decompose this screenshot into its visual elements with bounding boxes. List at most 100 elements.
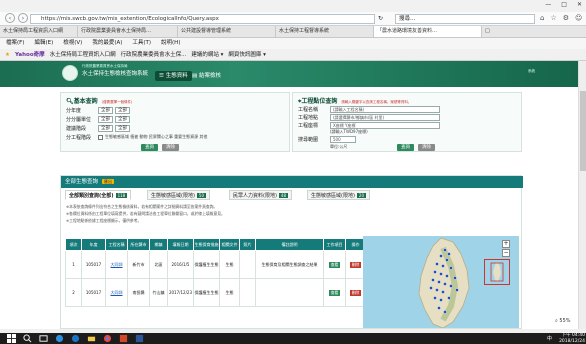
- smiley-icon[interactable]: ☺: [575, 14, 582, 22]
- project-location-select[interactable]: (請選擇縣市/鄉鎮市/區 村里): [330, 113, 440, 121]
- delete-button[interactable]: 刪除: [349, 261, 362, 268]
- results-tab-all[interactable]: 全部類別查詢(全部) 118: [65, 190, 132, 200]
- basic-clear-button[interactable]: 清除: [162, 144, 179, 151]
- ime-indicator[interactable]: 中: [547, 335, 552, 342]
- word-icon[interactable]: [135, 334, 144, 343]
- back-button[interactable]: ‹: [5, 13, 15, 23]
- location-clear-button[interactable]: 清除: [418, 144, 435, 151]
- delete-button[interactable]: 刪除: [349, 289, 362, 296]
- unit-select-1[interactable]: 全部: [98, 115, 113, 123]
- coordinates-input[interactable]: X座標 Y座標: [330, 121, 440, 129]
- view-button[interactable]: 查看: [328, 261, 341, 268]
- location-query-title-text: 工程點位查詢: [301, 98, 338, 105]
- chrome-browser-icon[interactable]: [103, 334, 112, 343]
- table-row: 2 105017 大同圳 南投縣 竹山鎮 2017/12/23 保護植生生態 生…: [65, 278, 366, 307]
- view-button[interactable]: 查看: [328, 289, 341, 296]
- results-tab-all-count: 118: [115, 193, 128, 198]
- location-query-actions: 查詢 清除: [397, 144, 435, 151]
- system-clock[interactable]: 下午 04:40 2018/12/24: [555, 333, 585, 344]
- tab-closure-check[interactable]: ▤ 結案檢核: [188, 71, 225, 81]
- browser-tab-1[interactable]: 水土保持局工程資訊入口網: [0, 26, 78, 37]
- clock-date: 2018/12/24: [559, 338, 585, 344]
- cell-name-link[interactable]: 大同圳: [105, 278, 128, 307]
- search-icon[interactable]: [23, 334, 32, 343]
- browser-tab-2[interactable]: 行政院農業委員會水土保持局…: [78, 26, 178, 37]
- field-year: 分年度 全部 全部: [66, 106, 132, 114]
- eco-checkbox[interactable]: [98, 134, 103, 140]
- results-tab-sensitive-label: 生態敏感區域(限地): [151, 193, 195, 199]
- field-project-name-label: 工程名稱: [298, 106, 319, 113]
- project-name-input[interactable]: (請輸入工程名稱): [330, 105, 440, 113]
- overview-map[interactable]: [484, 259, 510, 285]
- menu-favorites[interactable]: 我的最愛(A): [92, 38, 122, 49]
- col-remark: 備註說明: [255, 238, 324, 251]
- field-radius: 搜尋範圍 500: [298, 135, 358, 143]
- menu-bar: 檔案(F) 編輯(E) 檢視(V) 我的最愛(A) 工具(T) 說明(H): [0, 38, 586, 49]
- fav-swcb[interactable]: 水土保持局工程資訊入口網: [50, 49, 116, 61]
- edge-browser-icon[interactable]: [71, 334, 80, 343]
- settings-gear-icon[interactable]: ⚙: [563, 14, 569, 22]
- basic-query-actions: 查詢 清除: [141, 144, 179, 151]
- fav-coa[interactable]: 行政院農業委員會水土保...: [121, 49, 187, 61]
- zoom-out-button[interactable]: −: [502, 249, 510, 257]
- back-arrow-icon: ‹: [8, 14, 12, 22]
- favorites-star-icon[interactable]: ☆: [550, 14, 556, 22]
- fav-yahoo[interactable]: Yahoo奇摩: [15, 49, 45, 61]
- home-icon[interactable]: ⌂: [540, 14, 544, 22]
- menu-help[interactable]: 說明(H): [161, 38, 180, 49]
- ie-browser-icon[interactable]: [55, 334, 64, 343]
- address-bar-row: ‹ › https://mis.swcb.gov.tw/mis_extentio…: [0, 12, 586, 26]
- menu-tools[interactable]: 工具(T): [132, 38, 151, 49]
- menu-edit[interactable]: 編輯(E): [34, 38, 53, 49]
- menu-view[interactable]: 檢視(V): [63, 38, 82, 49]
- page-scrollbar[interactable]: [578, 61, 586, 329]
- fav-suggested[interactable]: 建議的網站 ▾: [191, 49, 223, 61]
- doc-icon: ▤: [192, 73, 199, 79]
- scrollbar-thumb[interactable]: [580, 91, 586, 171]
- browser-tab-3[interactable]: 公共建設督導管理系統: [178, 26, 276, 37]
- file-explorer-icon[interactable]: [87, 334, 96, 343]
- new-tab-button[interactable]: □: [482, 26, 492, 37]
- browser-tab-5[interactable]: 「農水道路環境友善資料…: [374, 26, 482, 37]
- url-input[interactable]: https://mis.swcb.gov.tw/mis_extention/Ec…: [30, 14, 375, 24]
- close-window-button[interactable]: ✕: [577, 1, 582, 8]
- cell-name-link[interactable]: 大同圳: [105, 250, 128, 279]
- browser-search-input[interactable]: 搜尋...: [395, 14, 535, 24]
- cell-year: 105017: [81, 278, 106, 307]
- unit-select-2[interactable]: 全部: [115, 115, 130, 123]
- site-header: 行政院農業委員會水土保持局 水土保持生態檢核查詢系統 ☰ 生態資料 ▤ 結案檢核…: [0, 61, 586, 87]
- results-tab-sensitive[interactable]: 生態敏感區域(限地) 50: [147, 190, 210, 200]
- zoom-indicator[interactable]: ⌕ 55%: [555, 318, 571, 324]
- results-tab-all-label: 全部類別查詢(全部): [69, 193, 114, 199]
- radius-unit: 單位:公尺: [330, 144, 348, 149]
- powerpoint-icon[interactable]: [119, 334, 128, 343]
- tab-ecological-data[interactable]: ☰ 生態資料: [155, 71, 192, 81]
- field-coordinates-label: 工程座標: [298, 122, 319, 129]
- task-view-icon[interactable]: [39, 334, 48, 343]
- zoom-in-button[interactable]: +: [502, 240, 510, 248]
- year-select-1[interactable]: 全部: [98, 106, 113, 114]
- results-tab-manpower[interactable]: 民眾人力資料(限地) 48: [229, 190, 292, 200]
- stage-select-1[interactable]: 全部: [98, 124, 113, 132]
- minimize-button[interactable]: —: [545, 1, 551, 8]
- results-title: 全部生態查詢: [65, 179, 99, 185]
- basic-query-button[interactable]: 查詢: [141, 144, 158, 151]
- col-county: 所在縣市: [127, 238, 150, 251]
- browser-tab-4[interactable]: 水土保持工程督導系統: [276, 26, 374, 37]
- forward-button[interactable]: ›: [18, 13, 28, 23]
- location-query-button[interactable]: 查詢: [397, 144, 414, 151]
- refresh-icon[interactable]: ↻: [378, 15, 383, 22]
- cell-no: 1: [65, 250, 82, 279]
- windows-start-icon[interactable]: [7, 334, 16, 343]
- fav-webslice[interactable]: 網頁快訊圖庫 ▾: [228, 49, 266, 61]
- restore-button[interactable]: □: [561, 1, 567, 8]
- year-select-2[interactable]: 全部: [115, 106, 130, 114]
- export-button[interactable]: 匯出: [102, 179, 115, 184]
- radius-input[interactable]: 500: [330, 135, 356, 143]
- basic-query-title: 🔍︎基本查詢 (僅需選擇一個條件): [66, 96, 132, 105]
- results-tab-sensitive-2[interactable]: 生態敏感區域(限地) 20: [307, 190, 370, 200]
- cell-town: 北區: [149, 250, 168, 279]
- col-work: 工作項目: [323, 238, 346, 251]
- stage-select-2[interactable]: 全部: [115, 124, 130, 132]
- menu-file[interactable]: 檔案(F): [6, 38, 24, 49]
